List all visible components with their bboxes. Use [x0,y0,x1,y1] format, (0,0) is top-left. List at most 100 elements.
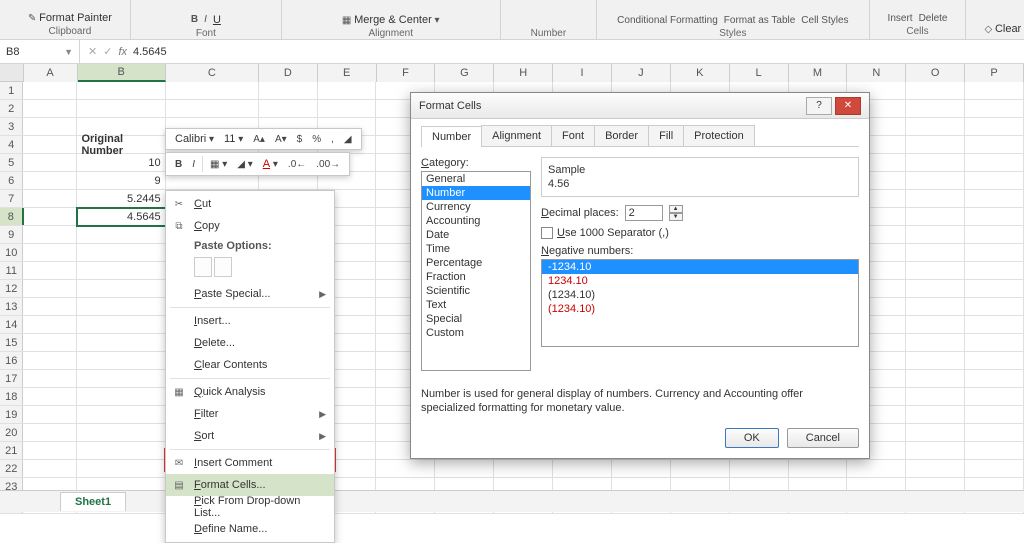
bold-icon[interactable]: B [172,158,185,171]
border-icon[interactable]: ▦ ▾ [207,158,230,171]
row-header[interactable]: 1 [0,82,23,99]
dialog-tab[interactable]: Number [421,126,482,147]
cell[interactable] [23,244,77,262]
cell[interactable] [965,352,1024,370]
cell[interactable] [789,460,848,478]
cell[interactable] [906,82,965,100]
cancel-icon[interactable]: ✕ [88,45,97,58]
col-header[interactable]: F [377,64,436,82]
row-header[interactable]: 19 [0,406,23,423]
cell[interactable] [965,154,1024,172]
cell[interactable] [23,334,77,352]
col-header[interactable]: A [24,64,78,82]
fill-color-icon[interactable]: ◢ ▾ [234,158,256,171]
cell[interactable] [23,136,77,154]
row-header[interactable]: 11 [0,262,23,279]
cell[interactable] [906,100,965,118]
context-menu-item[interactable]: ✂Cut [166,193,334,215]
context-menu-item[interactable]: Define Name... [166,518,334,540]
cell[interactable] [906,370,965,388]
cell[interactable] [77,352,165,370]
cell[interactable] [906,136,965,154]
cell[interactable] [906,442,965,460]
paint-icon[interactable]: ◢ [341,133,355,146]
cell[interactable]: 5.2445 [77,190,165,208]
row-header[interactable]: 5 [0,154,23,171]
currency-icon[interactable]: $ [294,133,306,146]
cell[interactable] [23,100,77,118]
font-select[interactable]: Calibri ▾ [172,132,217,146]
thousand-separator-checkbox[interactable] [541,227,553,239]
cell[interactable] [965,388,1024,406]
context-menu-item[interactable]: ▦Quick Analysis [166,381,334,403]
context-menu-item[interactable]: ▤Format Cells... [166,474,334,496]
cell[interactable] [965,370,1024,388]
bold-button[interactable]: B [191,14,198,26]
clear-button[interactable]: ◇ Clear ▾ [984,23,1024,35]
context-menu-item[interactable]: Clear Contents [166,354,334,376]
row-header[interactable]: 2 [0,100,23,117]
cell[interactable] [23,154,77,172]
cell[interactable] [77,388,165,406]
italic-icon[interactable]: I [189,158,198,171]
col-header[interactable]: G [435,64,494,82]
row-header[interactable]: 3 [0,118,23,135]
cell[interactable]: Original Number [77,136,165,154]
cell[interactable] [77,298,165,316]
decimal-places-input[interactable] [625,205,663,221]
row-header[interactable]: 16 [0,352,23,369]
underline-button[interactable]: U [213,14,221,26]
cell[interactable] [23,190,77,208]
cell[interactable] [23,172,77,190]
category-item[interactable]: Special [422,312,530,326]
sheet-tab[interactable]: Sheet1 [60,492,126,511]
cell[interactable] [23,262,77,280]
dialog-titlebar[interactable]: Format Cells ? ✕ [411,93,869,119]
category-item[interactable]: Scientific [422,284,530,298]
paste-option-icon[interactable] [194,257,212,277]
cell[interactable] [906,172,965,190]
cancel-button[interactable]: Cancel [787,428,859,448]
decimal-spinner[interactable]: ▲▼ [669,205,683,221]
cell[interactable] [965,100,1024,118]
col-header[interactable]: D [259,64,318,82]
context-menu[interactable]: ✂Cut⧉CopyPaste Options:Paste Special...▶… [165,190,335,543]
dialog-tab[interactable]: Fill [648,125,684,146]
category-item[interactable]: Number [422,186,530,200]
cell[interactable] [906,208,965,226]
category-item[interactable]: Percentage [422,256,530,270]
cell[interactable] [965,316,1024,334]
row-header[interactable]: 13 [0,298,23,315]
context-menu-item[interactable]: Pick From Drop-down List... [166,496,334,518]
dialog-tab[interactable]: Font [551,125,595,146]
row-header[interactable]: 21 [0,442,23,459]
cell[interactable] [965,118,1024,136]
col-header[interactable]: H [494,64,553,82]
negative-number-option[interactable]: (1234.10) [542,288,858,302]
enter-icon[interactable]: ✓ [103,45,112,58]
context-menu-item[interactable]: ⧉Copy [166,215,334,237]
row-header[interactable]: 4 [0,136,23,153]
name-box[interactable]: B8▼ [0,40,80,63]
cell[interactable] [906,118,965,136]
cell[interactable] [965,280,1024,298]
decimal-inc-icon[interactable]: .0← [285,158,309,171]
category-item[interactable]: Custom [422,326,530,340]
col-header[interactable]: P [965,64,1024,82]
category-item[interactable]: Accounting [422,214,530,228]
cell[interactable] [965,262,1024,280]
cell[interactable] [24,208,78,226]
category-list[interactable]: GeneralNumberCurrencyAccountingDateTimeP… [421,171,531,371]
cell[interactable] [77,334,165,352]
cell[interactable] [77,442,165,460]
formula-value[interactable]: 4.5645 [133,46,167,58]
cell[interactable] [906,298,965,316]
cell[interactable] [77,316,165,334]
cell[interactable] [23,424,77,442]
cell[interactable] [847,460,906,478]
percent-icon[interactable]: % [309,133,324,146]
col-header[interactable]: C [166,64,259,82]
select-all-corner[interactable] [0,64,24,81]
format-painter-button[interactable]: ✎ Format Painter [28,12,112,24]
cell[interactable] [435,460,494,478]
